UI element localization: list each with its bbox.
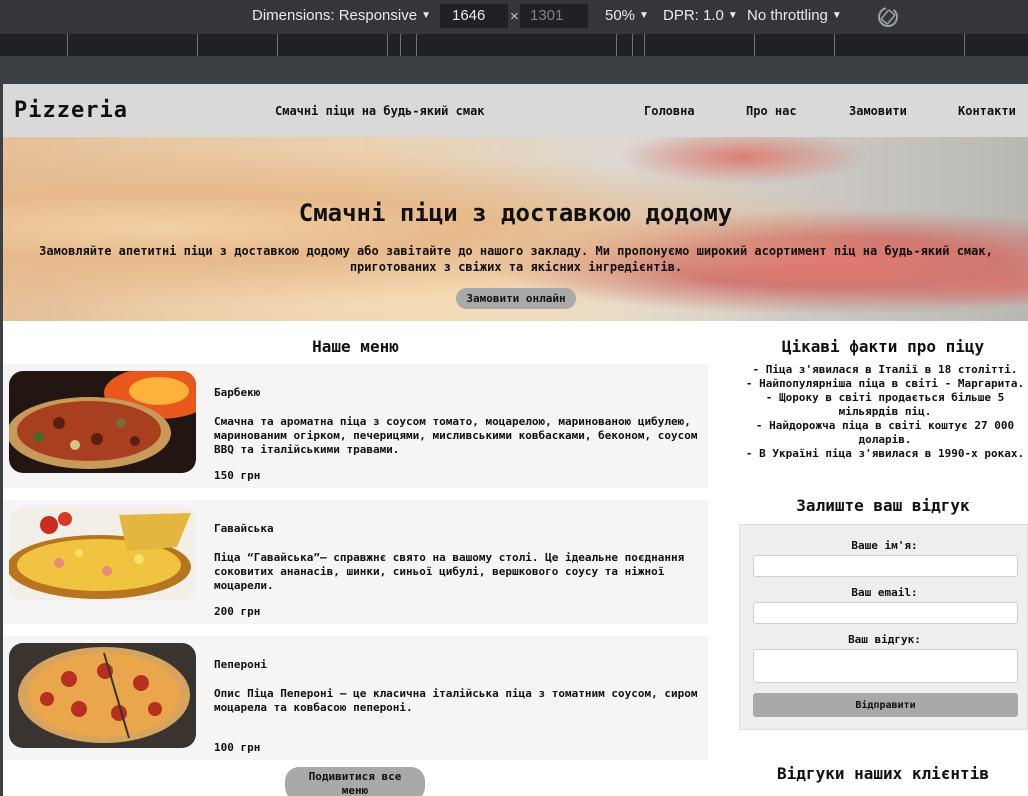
ruler-tick <box>400 34 401 56</box>
ruler-tick <box>644 34 645 56</box>
caret-down-icon: ▼ <box>831 10 842 21</box>
pizza-pepperoni-image <box>9 643 196 748</box>
dpr-label: DPR: 1.0 <box>663 7 724 24</box>
zoom-dropdown[interactable]: 50% ▼ <box>605 7 649 24</box>
menu-item-price: 100 грн <box>214 741 261 754</box>
menu-item-description: Піца “Гавайська”— справжнє свято на вашо… <box>214 551 685 592</box>
submit-review-button[interactable]: Відправити <box>753 693 1018 717</box>
ruler-tick <box>197 34 198 56</box>
site-tagline: Смачні піци на будь-який смак <box>275 104 485 118</box>
height-input[interactable]: 1301 <box>520 4 588 28</box>
fact-item: - Найдорожча піца в світі коштує 27 000 … <box>755 419 1015 446</box>
width-input[interactable]: 1646 <box>440 4 508 28</box>
review-label: Ваш відгук: <box>848 633 921 646</box>
devtools-device-toolbar: Dimensions: Responsive ▼ 1646 × 1301 50% ▼… <box>0 0 1028 34</box>
client-reviews-title: Відгуки наших клієнтів <box>777 764 989 783</box>
menu-item-price: 200 грн <box>214 605 261 618</box>
viewport-margin <box>0 56 1028 84</box>
hero-title: Смачні піци з доставкою додому <box>298 199 733 227</box>
view-full-menu-button[interactable]: Подивитися все меню <box>285 767 425 796</box>
menu-item-name: Пепероні <box>214 658 267 671</box>
ruler-tick <box>632 34 633 56</box>
ruler-tick <box>754 34 755 56</box>
facts-title: Цікаві факти про піцу <box>781 337 985 356</box>
site-header: Pizzeria Смачні піци на будь-який смак Г… <box>3 84 1028 137</box>
fact-item: - В Україні піца з'явилася в 1990-х рока… <box>745 447 1025 460</box>
name-label: Ваше ім'я: <box>851 539 918 552</box>
width-value: 1646 <box>452 7 486 24</box>
media-query-ruler[interactable] <box>0 34 1028 56</box>
hero-text: Замовляйте апетитні піци з доставкою дод… <box>39 244 993 274</box>
facts-list: - Піца з'явилася в Італії в 18 столітті.… <box>740 363 1028 461</box>
menu-item: Пепероні Опис Піца Пепероні – це класичн… <box>3 636 708 760</box>
pizza-bbq-image <box>9 371 196 473</box>
menu-item-description: Опис Піца Пепероні – це класична італійс… <box>214 687 698 714</box>
fact-item: - Щороку в світі продається більше 5 міл… <box>765 391 1005 418</box>
menu-item: Барбекю Смачна та ароматна піца з соусом… <box>3 364 708 488</box>
menu-item-price: 150 грн <box>214 469 261 482</box>
ruler-tick <box>67 34 68 56</box>
dimensions-label: Dimensions: Responsive <box>252 7 418 24</box>
nav-link-about[interactable]: Про нас <box>746 104 797 118</box>
name-field[interactable] <box>753 555 1018 577</box>
throttling-dropdown[interactable]: No throttling ▼ <box>747 7 842 24</box>
ruler-tick <box>616 34 617 56</box>
order-online-button[interactable]: Замовити онлайн <box>456 288 576 309</box>
menu-item-description: Смачна та ароматна піца з соусом томато,… <box>214 415 698 456</box>
height-placeholder: 1301 <box>530 7 564 24</box>
review-form: Ваше ім'я: Ваш email: Ваш відгук: Відпра… <box>739 524 1028 730</box>
zoom-label: 50% <box>605 7 636 24</box>
nav-link-home[interactable]: Головна <box>644 104 695 118</box>
nav-link-order[interactable]: Замовити <box>849 104 907 118</box>
email-field[interactable] <box>753 602 1018 624</box>
menu-item: Гавайська Піца “Гавайська”— справжнє свя… <box>3 500 708 624</box>
ruler-tick <box>834 34 835 56</box>
nav-link-contacts[interactable]: Контакти <box>958 104 1016 118</box>
ruler-tick <box>387 34 388 56</box>
caret-down-icon: ▼ <box>727 10 738 21</box>
review-textarea[interactable] <box>753 649 1018 683</box>
rotate-icon[interactable] <box>876 5 900 29</box>
dpr-dropdown[interactable]: DPR: 1.0 ▼ <box>663 7 738 24</box>
review-form-title: Залиште ваш відгук <box>796 496 970 515</box>
ruler-tick <box>416 34 417 56</box>
dimensions-dropdown[interactable]: Dimensions: Responsive ▼ <box>252 7 431 24</box>
page-viewport: Pizzeria Смачні піци на будь-який смак Г… <box>3 84 1028 796</box>
caret-down-icon: ▼ <box>421 10 431 21</box>
hero-banner: Смачні піци з доставкою додому Замовляйт… <box>3 137 1028 321</box>
throttling-label: No throttling <box>747 7 828 24</box>
times-icon: × <box>510 8 519 25</box>
pizza-hawaiian-image <box>9 507 196 601</box>
caret-down-icon: ▼ <box>639 10 649 21</box>
fact-item: - Найпопулярніша піца в світі - Маргарит… <box>745 377 1025 390</box>
menu-item-name: Гавайська <box>214 522 274 535</box>
fact-item: - Піца з'явилася в Італії в 18 столітті. <box>752 363 1018 376</box>
ruler-tick <box>964 34 965 56</box>
menu-title: Наше меню <box>312 337 399 356</box>
site-logo[interactable]: Pizzeria <box>14 98 128 123</box>
ruler-tick <box>277 34 278 56</box>
menu-item-name: Барбекю <box>214 386 261 399</box>
email-label: Ваш email: <box>851 586 918 599</box>
